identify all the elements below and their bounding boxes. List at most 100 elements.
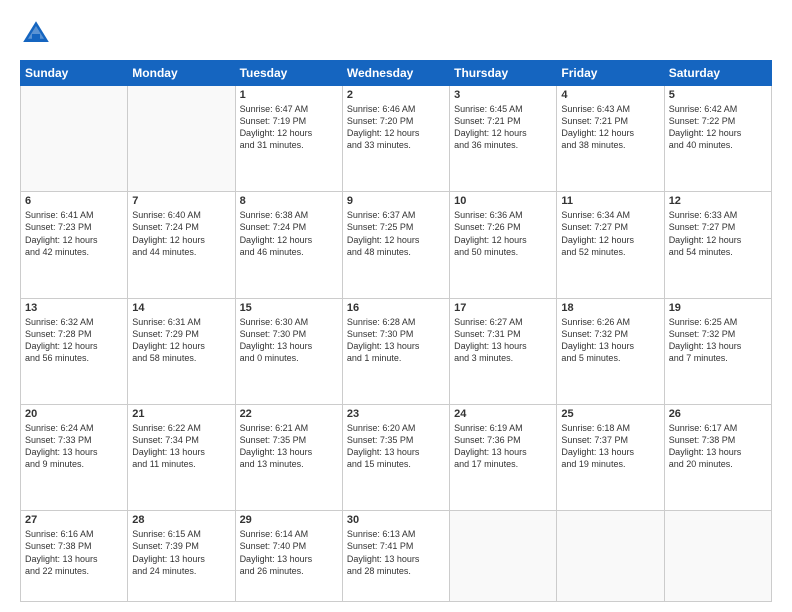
day-number: 5 [669,89,767,101]
day-info: Sunrise: 6:28 AM Sunset: 7:30 PM Dayligh… [347,316,445,365]
day-number: 25 [561,408,659,420]
day-number: 28 [132,514,230,526]
calendar-cell: 20Sunrise: 6:24 AM Sunset: 7:33 PM Dayli… [21,404,128,510]
calendar-cell: 13Sunrise: 6:32 AM Sunset: 7:28 PM Dayli… [21,298,128,404]
calendar-cell: 4Sunrise: 6:43 AM Sunset: 7:21 PM Daylig… [557,86,664,192]
weekday-header-friday: Friday [557,61,664,86]
logo [20,18,56,50]
calendar-cell: 18 Sunrise: 6:26 AM Sunset: 7:32 PM Dayli… [557,298,664,404]
day-number: 24 [454,408,552,420]
calendar-cell: 24 Sunrise: 6:19 AM Sunset: 7:36 PM Dayli… [450,404,557,510]
day-number: 23 [347,408,445,420]
day-number: 3 [454,89,552,101]
calendar-cell: 22Sunrise: 6:21 AM Sunset: 7:35 PM Dayli… [235,404,342,510]
calendar-cell: 23Sunrise: 6:20 AM Sunset: 7:35 PM Dayli… [342,404,449,510]
calendar-cell: 17Sunrise: 6:27 AM Sunset: 7:31 PM Dayli… [450,298,557,404]
calendar-week-1: 1 Sunrise: 6:47 AM Sunset: 7:19 PM Daylig… [21,86,772,192]
day-number: 10 [454,195,552,207]
day-info: Sunrise: 6:13 AM Sunset: 7:41 PM Dayligh… [347,528,445,577]
day-info: Sunrise: 6:40 AM Sunset: 7:24 PM Dayligh… [132,209,230,258]
day-number: 30 [347,514,445,526]
calendar-cell: 3 Sunrise: 6:45 AM Sunset: 7:21 PM Daylig… [450,86,557,192]
calendar-cell: 11 Sunrise: 6:34 AM Sunset: 7:27 PM Dayli… [557,192,664,298]
day-info: Sunrise: 6:16 AM Sunset: 7:38 PM Dayligh… [25,528,123,577]
day-info: Sunrise: 6:33 AM Sunset: 7:27 PM Dayligh… [669,209,767,258]
weekday-header-wednesday: Wednesday [342,61,449,86]
calendar-cell [664,511,771,602]
calendar-cell: 2 Sunrise: 6:46 AM Sunset: 7:20 PM Daylig… [342,86,449,192]
day-info: Sunrise: 6:47 AM Sunset: 7:19 PM Dayligh… [240,103,338,152]
weekday-header-monday: Monday [128,61,235,86]
day-number: 15 [240,302,338,314]
day-number: 22 [240,408,338,420]
day-info: Sunrise: 6:46 AM Sunset: 7:20 PM Dayligh… [347,103,445,152]
calendar-cell: 8 Sunrise: 6:38 AM Sunset: 7:24 PM Daylig… [235,192,342,298]
day-info: Sunrise: 6:25 AM Sunset: 7:32 PM Dayligh… [669,316,767,365]
calendar-cell: 16 Sunrise: 6:28 AM Sunset: 7:30 PM Dayli… [342,298,449,404]
day-info: Sunrise: 6:36 AM Sunset: 7:26 PM Dayligh… [454,209,552,258]
day-info: Sunrise: 6:22 AM Sunset: 7:34 PM Dayligh… [132,422,230,471]
day-number: 7 [132,195,230,207]
day-number: 14 [132,302,230,314]
day-number: 18 [561,302,659,314]
day-number: 19 [669,302,767,314]
day-info: Sunrise: 6:18 AM Sunset: 7:37 PM Dayligh… [561,422,659,471]
day-info: Sunrise: 6:38 AM Sunset: 7:24 PM Dayligh… [240,209,338,258]
day-info: Sunrise: 6:45 AM Sunset: 7:21 PM Dayligh… [454,103,552,152]
day-info: Sunrise: 6:17 AM Sunset: 7:38 PM Dayligh… [669,422,767,471]
day-info: Sunrise: 6:19 AM Sunset: 7:36 PM Dayligh… [454,422,552,471]
calendar-week-3: 13Sunrise: 6:32 AM Sunset: 7:28 PM Dayli… [21,298,772,404]
calendar-cell: 27 Sunrise: 6:16 AM Sunset: 7:38 PM Dayli… [21,511,128,602]
day-number: 1 [240,89,338,101]
calendar-cell: 12 Sunrise: 6:33 AM Sunset: 7:27 PM Dayli… [664,192,771,298]
calendar-cell: 9 Sunrise: 6:37 AM Sunset: 7:25 PM Daylig… [342,192,449,298]
day-number: 6 [25,195,123,207]
calendar-cell [557,511,664,602]
calendar-cell: 5 Sunrise: 6:42 AM Sunset: 7:22 PM Daylig… [664,86,771,192]
day-number: 8 [240,195,338,207]
calendar-cell: 14 Sunrise: 6:31 AM Sunset: 7:29 PM Dayli… [128,298,235,404]
day-info: Sunrise: 6:41 AM Sunset: 7:23 PM Dayligh… [25,209,123,258]
weekday-header-row: SundayMondayTuesdayWednesdayThursdayFrid… [21,61,772,86]
calendar-table: SundayMondayTuesdayWednesdayThursdayFrid… [20,60,772,602]
calendar-cell: 6 Sunrise: 6:41 AM Sunset: 7:23 PM Daylig… [21,192,128,298]
page: SundayMondayTuesdayWednesdayThursdayFrid… [0,0,792,612]
day-info: Sunrise: 6:42 AM Sunset: 7:22 PM Dayligh… [669,103,767,152]
day-info: Sunrise: 6:27 AM Sunset: 7:31 PM Dayligh… [454,316,552,365]
day-info: Sunrise: 6:31 AM Sunset: 7:29 PM Dayligh… [132,316,230,365]
logo-icon [20,18,52,50]
weekday-header-tuesday: Tuesday [235,61,342,86]
calendar-cell: 7 Sunrise: 6:40 AM Sunset: 7:24 PM Daylig… [128,192,235,298]
day-number: 26 [669,408,767,420]
day-number: 11 [561,195,659,207]
day-info: Sunrise: 6:34 AM Sunset: 7:27 PM Dayligh… [561,209,659,258]
calendar-cell: 15Sunrise: 6:30 AM Sunset: 7:30 PM Dayli… [235,298,342,404]
day-info: Sunrise: 6:14 AM Sunset: 7:40 PM Dayligh… [240,528,338,577]
calendar-cell [21,86,128,192]
calendar-cell: 1 Sunrise: 6:47 AM Sunset: 7:19 PM Daylig… [235,86,342,192]
day-number: 9 [347,195,445,207]
calendar-week-2: 6 Sunrise: 6:41 AM Sunset: 7:23 PM Daylig… [21,192,772,298]
calendar-cell: 28 Sunrise: 6:15 AM Sunset: 7:39 PM Dayli… [128,511,235,602]
calendar-week-4: 20Sunrise: 6:24 AM Sunset: 7:33 PM Dayli… [21,404,772,510]
day-number: 2 [347,89,445,101]
weekday-header-sunday: Sunday [21,61,128,86]
calendar-cell: 30 Sunrise: 6:13 AM Sunset: 7:41 PM Dayli… [342,511,449,602]
calendar-cell: 25 Sunrise: 6:18 AM Sunset: 7:37 PM Dayli… [557,404,664,510]
day-number: 16 [347,302,445,314]
calendar-cell: 29Sunrise: 6:14 AM Sunset: 7:40 PM Dayli… [235,511,342,602]
header [20,18,772,50]
day-info: Sunrise: 6:37 AM Sunset: 7:25 PM Dayligh… [347,209,445,258]
day-number: 27 [25,514,123,526]
calendar-cell [450,511,557,602]
calendar-cell: 21 Sunrise: 6:22 AM Sunset: 7:34 PM Dayli… [128,404,235,510]
day-info: Sunrise: 6:15 AM Sunset: 7:39 PM Dayligh… [132,528,230,577]
day-info: Sunrise: 6:26 AM Sunset: 7:32 PM Dayligh… [561,316,659,365]
calendar-cell: 26 Sunrise: 6:17 AM Sunset: 7:38 PM Dayli… [664,404,771,510]
day-number: 20 [25,408,123,420]
day-number: 4 [561,89,659,101]
calendar-cell: 19 Sunrise: 6:25 AM Sunset: 7:32 PM Dayli… [664,298,771,404]
day-number: 21 [132,408,230,420]
weekday-header-thursday: Thursday [450,61,557,86]
day-number: 12 [669,195,767,207]
